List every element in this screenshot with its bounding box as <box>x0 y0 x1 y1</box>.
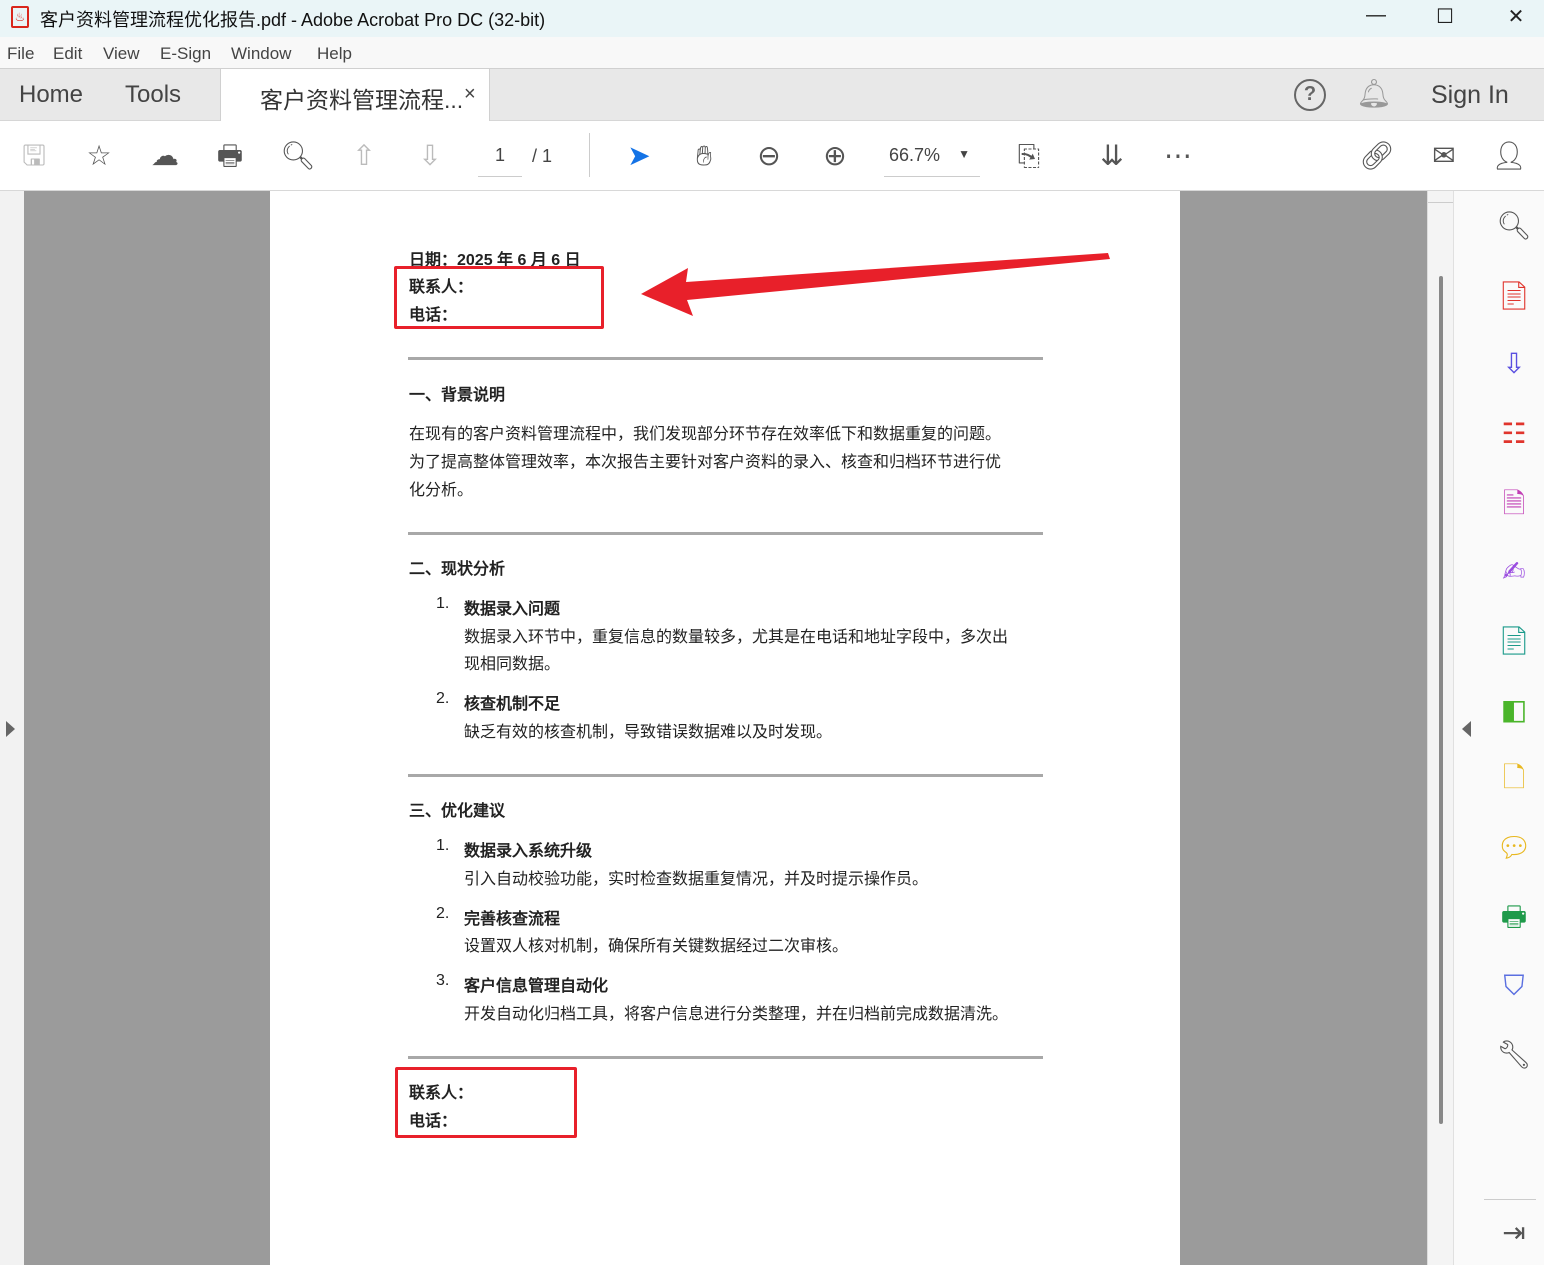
compare-icon[interactable]: ◧ <box>1494 690 1534 730</box>
item-title: 客户信息管理自动化 <box>464 978 609 995</box>
item-title: 数据录入系统升级 <box>464 843 593 860</box>
para-line: 为了提高整体管理效率，本次报告主要针对客户资料的录入、核查和归档环节进行优 <box>409 454 1002 471</box>
collapse-panel-icon[interactable] <box>1462 721 1471 737</box>
item-line: 设置双人核对机制，确保所有关键数据经过二次审核。 <box>464 938 849 955</box>
organize-pages-icon[interactable]: ☷ <box>1494 414 1534 454</box>
item-line: 缺乏有效的核查机制，导致错误数据难以及时发现。 <box>464 724 833 741</box>
scroll-up[interactable] <box>1428 191 1453 203</box>
zoom-search-icon[interactable]: 🔍︎ <box>1494 206 1534 246</box>
item-number: 2. <box>436 690 450 707</box>
export-pdf-icon[interactable]: ⇩ <box>1494 344 1534 384</box>
fill-sign-icon[interactable]: ✍︎ <box>1494 552 1534 592</box>
edit-pdf-icon[interactable]: 🗎 <box>1494 484 1534 524</box>
item-number: 1. <box>436 837 450 854</box>
section-1-title: 一、背景说明 <box>409 387 506 404</box>
item-line: 数据录入环节中，重复信息的数量较多，尤其是在电话和地址字段中，多次出 <box>464 629 1009 646</box>
divider <box>408 1056 1043 1059</box>
footer-phone: 电话： <box>409 1113 458 1130</box>
item-title: 数据录入问题 <box>464 601 561 618</box>
item-title: 核查机制不足 <box>464 696 561 713</box>
create-pdf-icon[interactable]: 📄︎ <box>1494 276 1534 316</box>
print-production-icon[interactable]: 🖶 <box>1494 897 1534 937</box>
item-number: 2. <box>436 905 450 922</box>
section-3-title: 三、优化建议 <box>409 803 506 820</box>
para-line: 在现有的客户资料管理流程中，我们发现部分环节存在效率低下和数据重复的问题。 <box>409 426 1002 443</box>
more-tools-icon[interactable]: 🔧︎ <box>1494 1035 1534 1075</box>
footer-contact: 联系人： <box>409 1085 474 1102</box>
divider <box>408 532 1043 535</box>
item-number: 3. <box>436 972 450 989</box>
arrow-shape <box>641 253 1110 316</box>
section-2-title: 二、现状分析 <box>409 561 506 578</box>
vertical-scrollbar[interactable] <box>1427 191 1453 1265</box>
item-line: 开发自动化归档工具，将客户信息进行分类整理，并在归档前完成数据清洗。 <box>464 1006 1009 1023</box>
item-title: 完善核查流程 <box>464 911 561 928</box>
item-number: 1. <box>436 595 450 612</box>
para-line: 化分析。 <box>409 482 474 499</box>
divider <box>408 774 1043 777</box>
collapse-right-icon[interactable]: ⇥ <box>1494 1213 1534 1253</box>
protect-icon[interactable]: ⛉ <box>1494 966 1534 1006</box>
comment-file-icon[interactable]: 🗋 <box>1494 758 1534 798</box>
divider <box>408 357 1043 360</box>
scrollbar-thumb[interactable] <box>1439 276 1443 1124</box>
send-for-review-icon[interactable]: 📄︎ <box>1494 621 1534 661</box>
panel-divider <box>1484 1199 1536 1200</box>
item-line: 现相同数据。 <box>464 656 561 673</box>
comment-icon[interactable]: 💬︎ <box>1494 828 1534 868</box>
item-line: 引入自动校验功能，实时检查数据重复情况，并及时提示操作员。 <box>464 871 929 888</box>
